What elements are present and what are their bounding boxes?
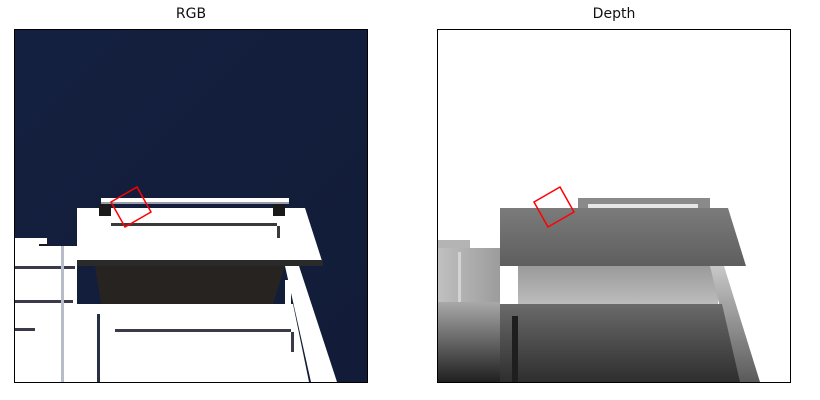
depth-panel: Depth [437,0,791,400]
rgb-image [14,29,368,383]
depth-image [437,29,791,383]
depth-panel-title: Depth [592,6,636,22]
rgb-panel: RGB [14,0,368,400]
rgb-panel-title: RGB [175,6,207,22]
